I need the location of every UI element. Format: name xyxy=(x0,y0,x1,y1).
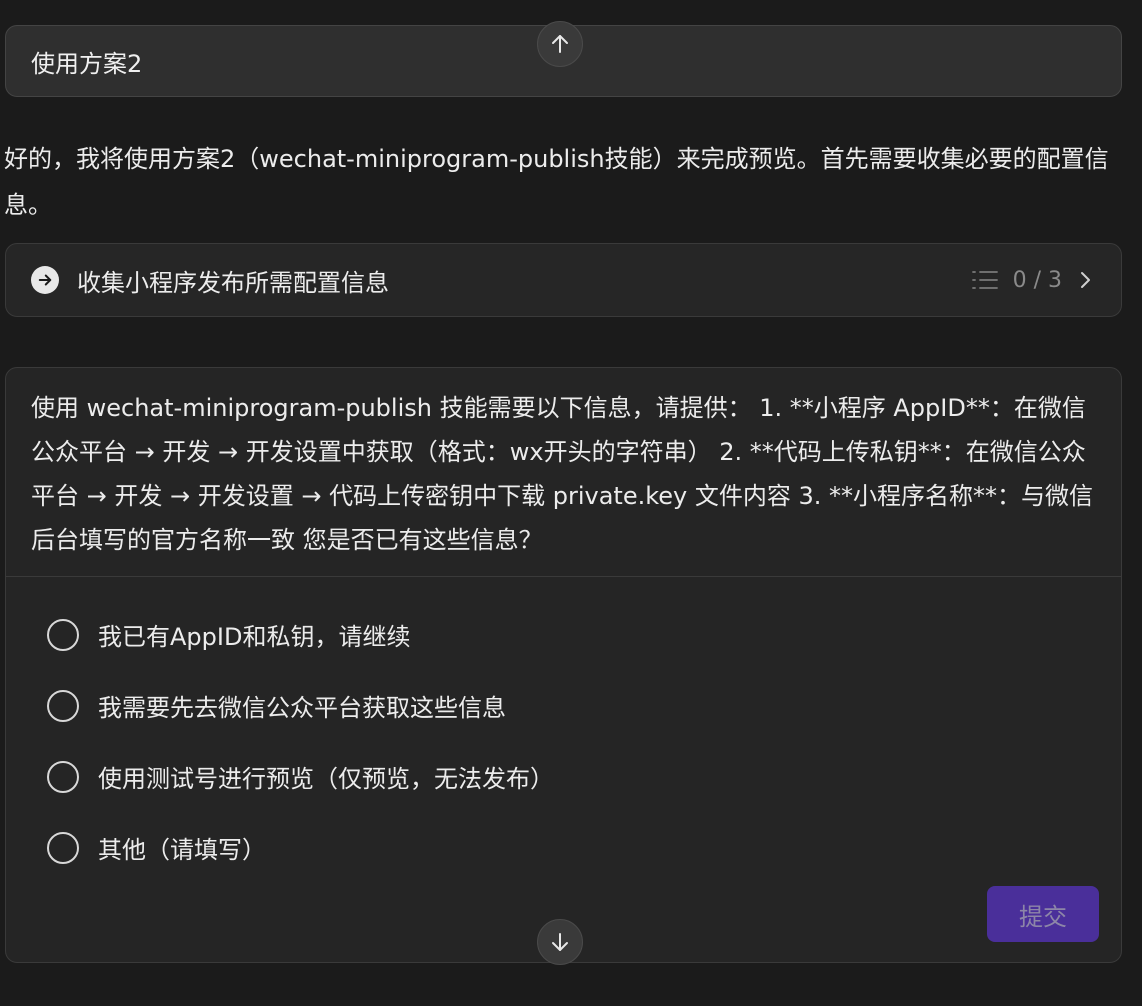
radio-button[interactable] xyxy=(47,618,79,651)
option-item[interactable]: 我需要先去微信公众平台获取这些信息 xyxy=(6,670,1121,741)
arrow-up-icon xyxy=(552,35,568,53)
arrow-down-icon xyxy=(552,933,568,951)
task-card[interactable]: 收集小程序发布所需配置信息 0 / 3 xyxy=(5,243,1122,317)
option-label: 我已有AppID和私钥，请继续 xyxy=(98,623,411,651)
option-label: 我需要先去微信公众平台获取这些信息 xyxy=(98,694,506,722)
task-progress: 0 / 3 xyxy=(1012,267,1062,293)
radio-button[interactable] xyxy=(47,831,79,864)
submit-button[interactable]: 提交 xyxy=(987,886,1099,942)
option-item[interactable]: 我已有AppID和私钥，请继续 xyxy=(6,599,1121,670)
option-label: 使用测试号进行预览（仅预览，无法发布） xyxy=(98,765,554,793)
user-message-text: 使用方案2 xyxy=(31,49,143,78)
radio-button[interactable] xyxy=(47,689,79,722)
options-list: 我已有AppID和私钥，请继续 我需要先去微信公众平台获取这些信息 使用测试号进… xyxy=(6,577,1121,883)
question-text: 使用 wechat-miniprogram-publish 技能需要以下信息，请… xyxy=(6,368,1121,577)
option-item[interactable]: 其他（请填写） xyxy=(6,812,1121,883)
scroll-up-button[interactable] xyxy=(537,21,583,67)
assistant-message: 好的，我将使用方案2（wechat-miniprogram-publish技能）… xyxy=(4,145,1109,219)
scroll-down-button[interactable] xyxy=(537,919,583,965)
list-icon xyxy=(971,271,998,289)
arrow-right-circle-icon xyxy=(31,266,59,294)
radio-button[interactable] xyxy=(47,760,79,793)
option-label: 其他（请填写） xyxy=(98,836,266,864)
chevron-right-icon[interactable] xyxy=(1076,268,1096,292)
option-item[interactable]: 使用测试号进行预览（仅预览，无法发布） xyxy=(6,741,1121,812)
task-title: 收集小程序发布所需配置信息 xyxy=(77,268,389,297)
question-card: 使用 wechat-miniprogram-publish 技能需要以下信息，请… xyxy=(5,367,1122,963)
